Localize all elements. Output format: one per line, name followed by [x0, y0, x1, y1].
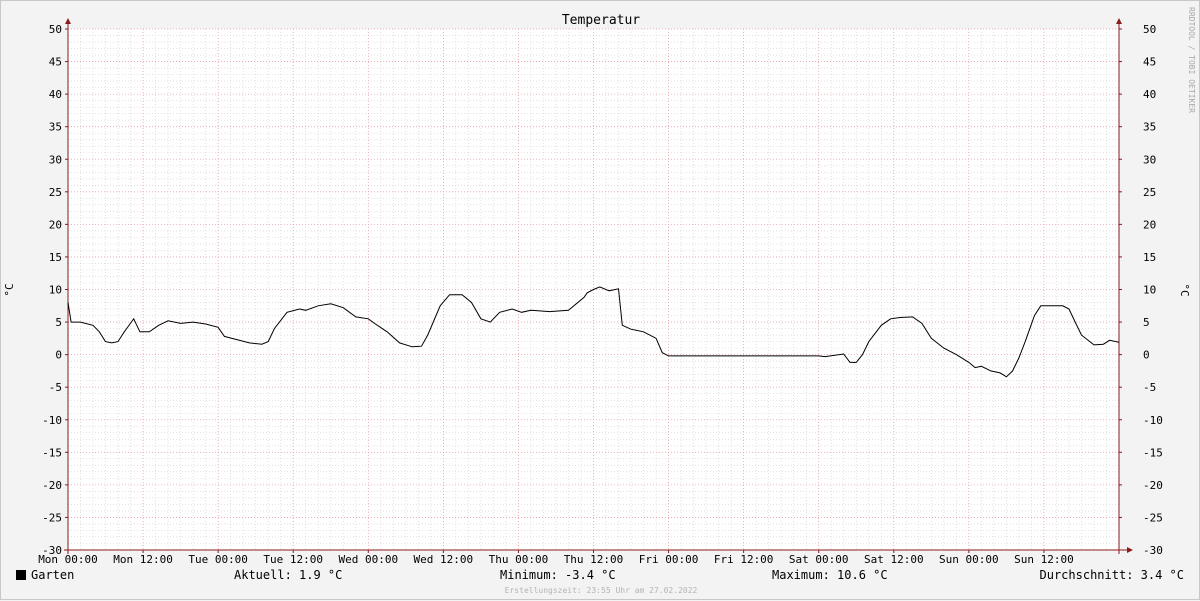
chart-title: Temperatur	[562, 13, 640, 28]
x-axis-arrow	[1127, 547, 1133, 553]
watermark: RRDTOOL / TOBI OETIKER	[1187, 7, 1196, 113]
y-tick-label-right: -5	[1143, 381, 1156, 394]
y-tick-label-left: 5	[55, 316, 62, 329]
y-tick-label-left: 35	[49, 121, 62, 134]
creation-timestamp: Erstellungszeit: 23:55 Uhr am 27.02.2022	[504, 586, 698, 595]
x-tick-label: Thu 12:00	[564, 553, 624, 566]
y-tick-label-left: 40	[49, 88, 62, 101]
y-tick-label-right: 10	[1143, 284, 1156, 297]
y-tick-label-left: -25	[42, 511, 62, 524]
y-tick-label-right: 20	[1143, 218, 1156, 231]
y-tick-label-left: 45	[49, 56, 62, 69]
y-tick-label-left: 30	[49, 153, 62, 166]
y-tick-label-left: -15	[42, 446, 62, 459]
y-tick-label-left: 15	[49, 251, 62, 264]
y-tick-label-right: 30	[1143, 153, 1156, 166]
y-tick-label-right: -30	[1143, 544, 1163, 557]
legend-series: Garten	[16, 568, 74, 582]
x-tick-label: Sat 00:00	[789, 553, 849, 566]
x-tick-label: Tue 00:00	[188, 553, 248, 566]
y-tick-label-left: -5	[49, 381, 62, 394]
x-tick-label: Fri 12:00	[714, 553, 774, 566]
y-tick-label-right: -25	[1143, 511, 1163, 524]
y-tick-label-left: -10	[42, 414, 62, 427]
legend-swatch	[16, 570, 26, 580]
x-tick-label: Fri 00:00	[639, 553, 699, 566]
y-tick-label-left: 25	[49, 186, 62, 199]
legend-minimum: Minimum: -3.4 °C	[500, 568, 616, 582]
legend-series-name: Garten	[31, 568, 75, 582]
graph-frame: 50 45 40 35 30 25 20 15 10 5 0 -5 -10 -15 -20 -25 -30 50…	[0, 0, 1200, 600]
y-tick-label-right: 25	[1143, 186, 1156, 199]
y-tick-label-right: 50	[1143, 23, 1156, 36]
y-tick-label-right: -10	[1143, 414, 1163, 427]
temperature-chart: 50454035302520151050-5-10-15-20-25-30 50…	[3, 7, 1196, 566]
y-ticks-right: 50454035302520151050-5-10-15-20-25-30	[1143, 23, 1163, 557]
y-tick-label-right: 35	[1143, 121, 1156, 134]
y-axis-arrow-right	[1116, 18, 1122, 24]
y-tick-label-left: 10	[49, 284, 62, 297]
x-tick-label: Wed 12:00	[414, 553, 474, 566]
x-tick-label: Mon 00:00	[38, 553, 98, 566]
y-tick-label-right: 0	[1143, 349, 1150, 362]
y-tick-label-right: 40	[1143, 88, 1156, 101]
y-tick-label-left: 0	[55, 349, 62, 362]
y-ticks-left: 50454035302520151050-5-10-15-20-25-30	[42, 23, 62, 557]
y-tick-label-right: 5	[1143, 316, 1150, 329]
x-tick-label: Wed 00:00	[338, 553, 398, 566]
y-axis-arrow-left	[65, 18, 71, 24]
x-tick-label: Tue 12:00	[263, 553, 323, 566]
y-axis-label-right: °C	[1178, 283, 1191, 296]
x-tick-label: Sun 00:00	[939, 553, 999, 566]
y-axis-label-left: °C	[3, 283, 16, 296]
x-tick-label: Thu 00:00	[489, 553, 549, 566]
y-tick-label-right: 15	[1143, 251, 1156, 264]
x-tick-label: Sat 12:00	[864, 553, 924, 566]
x-tick-label: Sun 12:00	[1014, 553, 1074, 566]
y-tick-label-left: 20	[49, 218, 62, 231]
y-tick-label-right: -20	[1143, 479, 1163, 492]
x-ticks: Mon 00:00 Mon 12:00 Tue 00:00 Tue 12:00 Wed …	[38, 553, 1074, 566]
y-tick-label-right: -15	[1143, 446, 1163, 459]
legend-average: Durchschnitt: 3.4 °C	[1039, 568, 1185, 582]
legend-maximum: Maximum: 10.6 °C	[772, 568, 888, 582]
y-tick-label-left: -20	[42, 479, 62, 492]
x-tick-label: Mon 12:00	[113, 553, 173, 566]
y-tick-label-left: 50	[49, 23, 62, 36]
y-tick-label-right: 45	[1143, 56, 1156, 69]
legend-current: Aktuell: 1.9 °C	[234, 568, 343, 582]
